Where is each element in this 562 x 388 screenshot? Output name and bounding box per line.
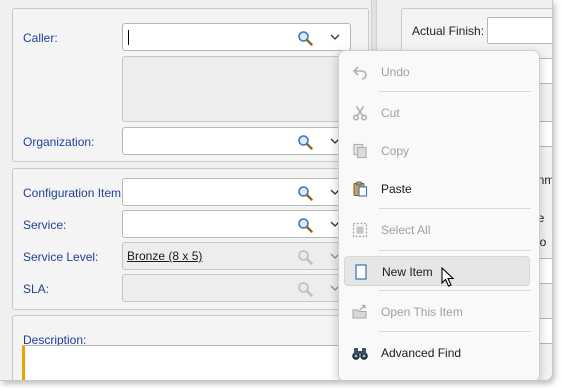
menu-item-label: Undo	[381, 65, 410, 79]
service-level-value[interactable]: Bronze (8 x 5)	[127, 249, 202, 263]
menu-item-advanced-find[interactable]: Advanced Find	[344, 338, 530, 368]
caller-field[interactable]	[122, 23, 351, 51]
menu-separator	[379, 331, 531, 332]
description-textarea[interactable]	[22, 345, 362, 380]
sla-field	[122, 274, 351, 302]
actual-finish-label: Actual Finish:	[412, 24, 485, 38]
search-icon	[298, 250, 313, 265]
menu-item-open-this-item[interactable]: Open This Item	[344, 297, 530, 327]
organization-field[interactable]	[122, 127, 351, 155]
service-level-field: Bronze (8 x 5)	[122, 242, 351, 270]
menu-item-label: Copy	[381, 144, 410, 158]
menu-item-undo[interactable]: Undo	[344, 57, 530, 87]
menu-item-label: Select All	[381, 223, 431, 237]
menu-separator	[379, 290, 531, 291]
service-level-label: Service Level:	[23, 250, 99, 264]
form-window: Caller: Organization: Configuration Item…	[0, 0, 553, 381]
configuration-item-field[interactable]	[122, 178, 351, 206]
menu-item-label: Cut	[381, 106, 400, 120]
menu-item-label: Paste	[381, 182, 412, 196]
menu-item-new-item[interactable]: New Item	[344, 256, 530, 287]
sla-label: SLA:	[23, 282, 50, 296]
menu-item-label: Advanced Find	[381, 346, 462, 360]
search-icon[interactable]	[297, 185, 313, 201]
open-item-icon	[352, 304, 367, 319]
mouse-pointer-icon	[441, 267, 455, 287]
service-label: Service:	[23, 218, 67, 232]
undo-icon	[352, 66, 367, 80]
binoculars-icon	[352, 348, 368, 360]
paste-icon	[353, 181, 368, 197]
select-all-icon	[352, 222, 368, 238]
menu-item-label: New Item	[382, 265, 433, 279]
menu-item-cut[interactable]: Cut	[344, 98, 530, 128]
search-icon[interactable]	[297, 30, 313, 46]
menu-item-paste[interactable]: Paste	[344, 174, 530, 204]
search-icon[interactable]	[297, 217, 313, 233]
service-field[interactable]	[122, 210, 351, 238]
scissors-icon	[353, 106, 367, 121]
menu-item-label: Open This Item	[381, 305, 463, 319]
caller-label: Caller:	[23, 31, 58, 45]
context-menu: Undo Cut Copy Paste Select All New Item	[338, 50, 540, 380]
menu-separator	[379, 208, 531, 209]
new-item-icon	[355, 264, 367, 280]
menu-separator	[379, 250, 531, 251]
search-icon[interactable]	[297, 134, 313, 150]
search-icon	[298, 282, 313, 297]
caller-details-box	[122, 56, 351, 122]
menu-separator	[379, 91, 531, 92]
organization-label: Organization:	[23, 135, 95, 149]
configuration-item-label: Configuration Item:	[23, 186, 125, 200]
menu-item-select-all[interactable]: Select All	[344, 215, 530, 245]
text-cursor	[128, 30, 129, 45]
chevron-down-icon[interactable]	[330, 33, 340, 41]
actual-finish-field[interactable]	[487, 17, 552, 44]
copy-icon	[353, 143, 367, 159]
menu-item-copy[interactable]: Copy	[344, 136, 530, 166]
